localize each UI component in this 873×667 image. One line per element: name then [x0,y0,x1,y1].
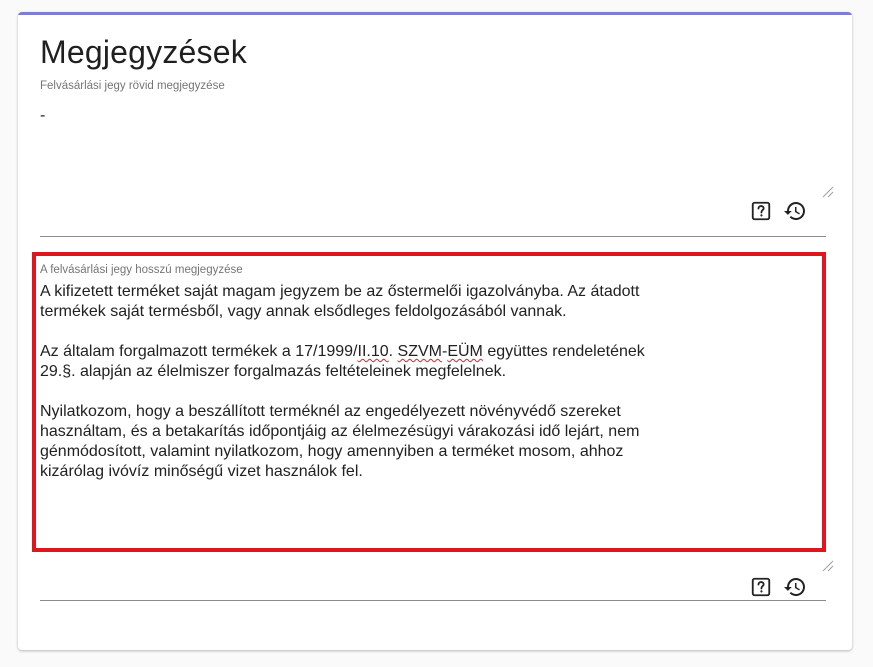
spellcheck-word: SZVM [397,343,442,360]
text-segment: Az általam forgalmazott termékek a 17/19… [40,343,358,360]
text-line: Az általam forgalmazott termékek a 17/19… [40,342,820,362]
long-note-paragraph-1: A kifizetett terméket saját magam jegyze… [40,282,820,322]
text-line: használtam, és a betakarítás időpontjáig… [40,423,640,440]
help-box-icon [751,577,771,597]
text-line: Nyilatkozom, hogy a beszállított termékn… [40,403,621,420]
long-note-reset-button[interactable] [782,574,808,600]
notes-card: Megjegyzések Felvásárlási jegy rövid meg… [18,12,852,650]
page: Megjegyzések Felvásárlási jegy rövid meg… [0,0,873,667]
spellcheck-word: EÜM [447,343,483,360]
text-segment: együttes rendeletének [482,343,645,360]
short-note-field[interactable]: Felvásárlási jegy rövid megjegyzése - [40,80,834,238]
short-note-help-button[interactable] [748,198,774,224]
short-note-underline [40,236,826,237]
long-note-paragraph-3: Nyilatkozom, hogy a beszállított termékn… [40,402,820,482]
resize-handle-icon[interactable] [822,186,834,198]
text-line: 29.§. alapján az élelmiszer forgalmazás … [40,363,507,380]
card-accent-bar [18,12,852,15]
text-segment: . [388,343,398,360]
spellcheck-word: II.10 [357,343,389,360]
short-note-label: Felvásárlási jegy rövid megjegyzése [40,80,225,92]
long-note-help-button[interactable] [748,574,774,600]
resize-handle-icon[interactable] [822,560,834,572]
text-line: kizárólag ivóvíz minőségű vizet használo… [40,463,363,480]
long-note-text[interactable]: A kifizetett terméket saját magam jegyze… [40,282,820,502]
long-note-underline [40,600,826,601]
long-note-field[interactable]: A felvásárlási jegy hosszú megjegyzése A… [40,264,834,604]
text-line: génmódosított, valamint nyilatkozom, hog… [40,443,624,460]
text-line: A kifizetett terméket saját magam jegyze… [40,283,640,300]
short-note-reset-button[interactable] [782,198,808,224]
restore-icon [784,202,805,220]
short-note-value[interactable]: - [40,106,45,126]
help-box-icon [751,201,771,221]
text-line: termékek saját termésből, vagy annak els… [40,303,567,320]
long-note-label: A felvásárlási jegy hosszú megjegyzése [40,264,243,276]
restore-icon [784,578,805,596]
card-title: Megjegyzések [40,34,247,70]
long-note-paragraph-2: Az általam forgalmazott termékek a 17/19… [40,342,820,382]
